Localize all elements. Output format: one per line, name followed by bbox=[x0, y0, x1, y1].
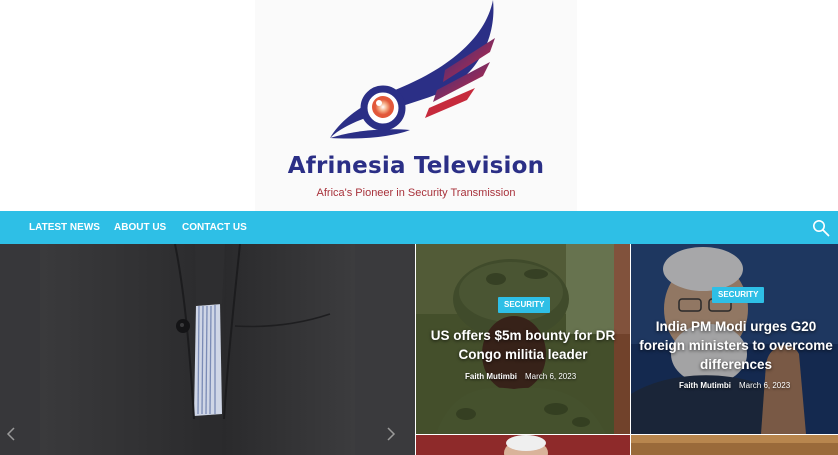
site-header: Afrinesia Television Africa's Pioneer in… bbox=[0, 0, 838, 211]
main-navigation: LATEST NEWS ABOUT US CONTACT US bbox=[0, 211, 838, 244]
news-card-image bbox=[416, 435, 630, 455]
post-date: March 6, 2023 bbox=[525, 372, 577, 381]
nav-about-us[interactable]: ABOUT US bbox=[114, 211, 166, 244]
news-card[interactable]: SECURITY US offers $5m bounty for DR Con… bbox=[416, 244, 630, 434]
featured-slider[interactable] bbox=[0, 244, 415, 455]
news-card[interactable] bbox=[416, 435, 630, 455]
eye-logo-icon bbox=[330, 0, 495, 139]
site-tagline: Africa's Pioneer in Security Transmissio… bbox=[316, 187, 516, 199]
news-card-meta: Faith Mutimbi March 6, 2023 bbox=[465, 372, 576, 381]
news-card-image bbox=[631, 435, 838, 455]
search-icon[interactable] bbox=[812, 219, 830, 237]
news-card[interactable]: SECURITY India PM Modi urges G20 foreign… bbox=[631, 244, 838, 434]
news-card[interactable] bbox=[631, 435, 838, 455]
nav-latest-news[interactable]: LATEST NEWS bbox=[29, 211, 100, 244]
category-badge[interactable]: SECURITY bbox=[498, 297, 551, 313]
post-date: March 6, 2023 bbox=[739, 381, 791, 390]
category-badge[interactable]: SECURITY bbox=[712, 287, 765, 303]
site-title: Afrinesia Television bbox=[287, 153, 545, 179]
author-link[interactable]: Faith Mutimbi bbox=[679, 381, 731, 390]
nav-contact-us[interactable]: CONTACT US bbox=[182, 211, 247, 244]
news-card-meta: Faith Mutimbi March 6, 2023 bbox=[679, 381, 790, 390]
news-card-title[interactable]: US offers $5m bounty for DR Congo militi… bbox=[426, 326, 620, 364]
chevron-right-icon[interactable] bbox=[384, 425, 398, 443]
news-card-title[interactable]: India PM Modi urges G20 foreign minister… bbox=[639, 317, 833, 374]
author-link[interactable]: Faith Mutimbi bbox=[465, 372, 517, 381]
featured-image bbox=[0, 244, 415, 455]
chevron-left-icon[interactable] bbox=[4, 425, 18, 443]
site-logo[interactable]: Afrinesia Television Africa's Pioneer in… bbox=[255, 0, 577, 211]
